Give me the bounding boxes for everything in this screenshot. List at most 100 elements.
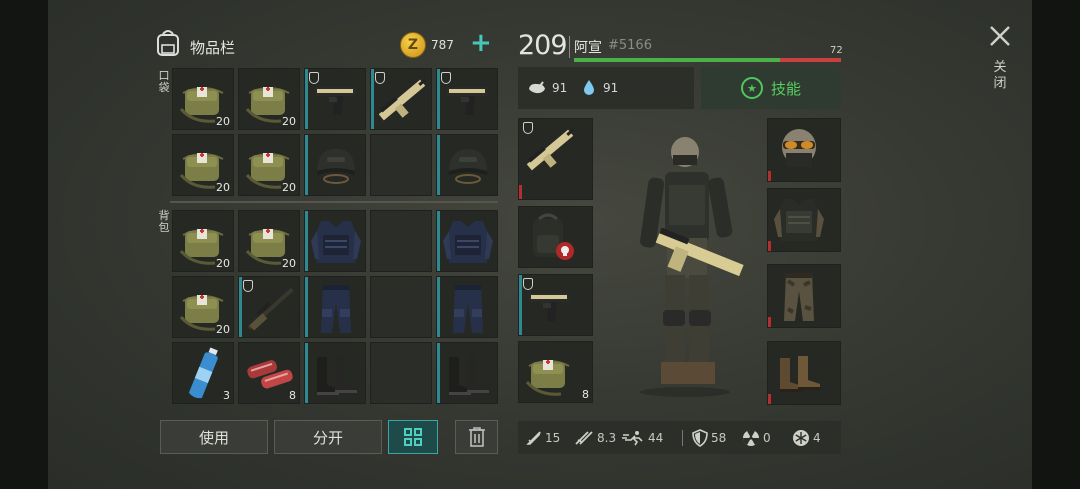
section-divider <box>170 201 498 203</box>
pocket-slot[interactable] <box>304 68 366 130</box>
food-icon <box>527 80 547 100</box>
item-count: 20 <box>282 115 296 128</box>
water-icon <box>582 79 596 100</box>
add-coins-button[interactable]: + <box>470 30 492 56</box>
split-button[interactable]: 分开 <box>274 420 382 454</box>
backpack-slot[interactable]: 20 <box>238 210 300 272</box>
backpack-icon <box>154 28 182 58</box>
pocket-slot[interactable]: 20 <box>238 68 300 130</box>
item-count: 20 <box>216 323 230 336</box>
pocket-slot[interactable] <box>304 134 366 196</box>
backpack-slot[interactable] <box>370 276 432 338</box>
hp-bar <box>574 58 841 62</box>
cold-value: 4 <box>813 431 821 445</box>
item-count: 20 <box>282 181 296 194</box>
pocket-slot[interactable]: 20 <box>238 134 300 196</box>
primary-weapon-slot[interactable] <box>518 118 593 200</box>
backpack-slot[interactable] <box>304 342 366 404</box>
durability-bar <box>437 277 440 337</box>
durability-bar <box>305 277 308 337</box>
pocket-slot[interactable]: 20 <box>172 134 234 196</box>
pocket-slot[interactable] <box>436 68 498 130</box>
backpack-slot[interactable]: 20 <box>172 210 234 272</box>
secondary-weapon-slot[interactable] <box>518 274 593 336</box>
backpack-slot[interactable]: 20 <box>172 276 234 338</box>
cold-stat: 4 <box>792 423 821 453</box>
body-slot[interactable] <box>767 188 841 252</box>
coin-count: 787 <box>431 38 454 52</box>
armor-stat: 58 <box>692 423 726 453</box>
hp-value: 72 <box>830 45 843 56</box>
durability-bar <box>239 277 242 337</box>
pocket-slot[interactable] <box>370 134 432 196</box>
backpack-slot[interactable] <box>370 342 432 404</box>
armor-value: 58 <box>711 431 727 445</box>
ranged-value: 8.3 <box>597 431 617 445</box>
head-slot[interactable] <box>767 118 841 182</box>
star-icon: ★ <box>740 77 763 99</box>
shield-icon <box>692 429 708 447</box>
character-model <box>640 137 744 397</box>
melee-value: 15 <box>545 431 561 445</box>
skills-label: 技能 <box>770 79 801 98</box>
durability-bar <box>305 135 308 195</box>
sword-icon <box>526 431 541 445</box>
item-count: 20 <box>216 257 230 270</box>
trash-button[interactable] <box>455 420 498 454</box>
grid-view-button[interactable] <box>388 420 438 454</box>
close-icon <box>990 26 1010 46</box>
backpack-slot[interactable] <box>238 276 300 338</box>
item-count: 8 <box>582 388 589 401</box>
item-count: 20 <box>282 257 296 270</box>
water-value: 91 <box>603 81 619 95</box>
backpack-label: 背包 <box>158 209 170 234</box>
close-button[interactable] <box>988 24 1012 48</box>
backpack-slot[interactable] <box>304 276 366 338</box>
radiation-stat: 0 <box>742 423 771 453</box>
durability-bar <box>371 69 374 129</box>
durability-bar <box>305 211 308 271</box>
snowflake-icon <box>793 430 809 446</box>
pocket-slot[interactable] <box>436 134 498 196</box>
shield-badge-icon <box>441 72 451 84</box>
backpack-slot[interactable] <box>304 210 366 272</box>
food-value: 91 <box>552 81 568 95</box>
feet-slot[interactable] <box>767 341 841 405</box>
skills-button[interactable]: ★ 技能 <box>701 67 841 109</box>
pocket-slot[interactable]: 20 <box>172 68 234 130</box>
durability-bar <box>519 185 522 199</box>
backpack-slot[interactable]: 3 <box>172 342 234 404</box>
shield-badge-icon <box>523 278 533 290</box>
backpack-slot[interactable] <box>370 210 432 272</box>
pocket-slot[interactable] <box>370 68 432 130</box>
durability-bar <box>437 69 440 129</box>
durability-bar <box>768 317 771 327</box>
ranged-icon <box>575 431 593 445</box>
shield-badge-icon <box>309 72 319 84</box>
backpack-slot[interactable]: 8 <box>238 342 300 404</box>
item-count: 20 <box>216 181 230 194</box>
speed-stat: 44 <box>621 423 663 453</box>
melee-stat: 15 <box>526 423 560 453</box>
shield-badge-icon <box>243 280 253 292</box>
running-icon <box>622 431 643 446</box>
durability-bar <box>437 211 440 271</box>
quick-item-slot[interactable]: 8 <box>518 341 593 403</box>
durability-bar <box>437 343 440 403</box>
durability-bar <box>519 275 522 335</box>
close-label: 关闭 <box>993 60 1007 91</box>
item-count: 20 <box>216 115 230 128</box>
item-count: 8 <box>289 389 296 402</box>
speed-value: 44 <box>648 431 664 445</box>
radiation-icon <box>742 429 760 446</box>
use-button[interactable]: 使用 <box>160 420 268 454</box>
durability-bar <box>768 171 771 181</box>
backpack-slot[interactable] <box>436 276 498 338</box>
backpack-slot-equipped[interactable] <box>518 206 593 268</box>
backpack-slot[interactable] <box>436 342 498 404</box>
left-edge <box>0 0 48 489</box>
coin-icon: Z <box>400 32 426 58</box>
shield-badge-icon <box>375 72 385 84</box>
backpack-slot[interactable] <box>436 210 498 272</box>
legs-slot[interactable] <box>767 264 841 328</box>
